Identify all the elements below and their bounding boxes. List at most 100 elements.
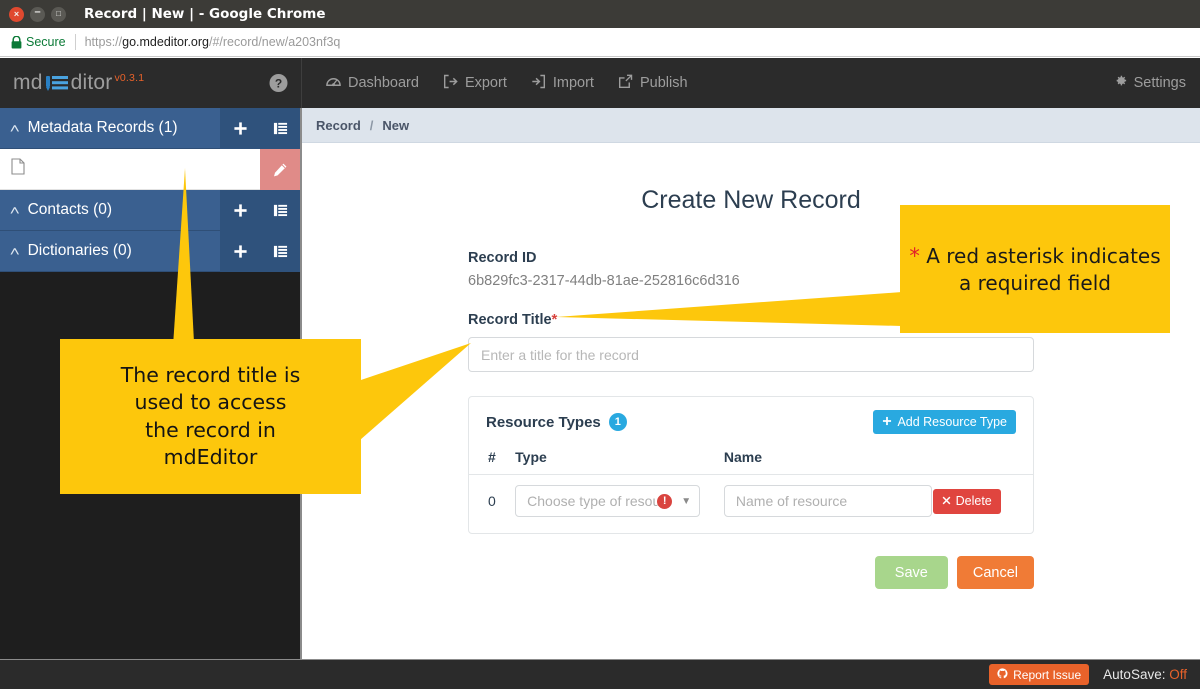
callout-record-title: The record title is used to access the r… <box>60 339 361 494</box>
chevron-down-icon: ▼ <box>681 495 692 507</box>
sidebar-item-label: Contacts (0) <box>27 201 113 218</box>
close-x-icon <box>942 494 951 508</box>
window-maximize-button[interactable]: □ <box>51 6 66 22</box>
sidebar-group-dictionaries: ˄ Dictionaries (0) <box>0 231 300 272</box>
nav-label: Import <box>552 75 594 91</box>
cancel-button[interactable]: Cancel <box>956 556 1034 589</box>
resource-name-input[interactable]: Name of resource <box>723 485 932 517</box>
breadcrumb-separator: / <box>369 117 374 133</box>
list-metadata-records-button[interactable] <box>260 108 300 149</box>
mdeditor-list-icon <box>45 75 68 92</box>
list-contacts-button[interactable] <box>260 190 300 231</box>
row-name-cell: Name of resource <box>723 475 933 534</box>
callout-asterisk: * <box>909 243 920 268</box>
nav-right: Settings <box>1113 58 1186 108</box>
close-icon: × <box>13 8 20 19</box>
window-minimize-button[interactable]: – <box>30 5 45 22</box>
row-actions-cell: Delete <box>932 475 1033 534</box>
form-actions: Save Cancel <box>468 556 1034 589</box>
nav-item-dashboard[interactable]: Dashboard <box>314 58 431 108</box>
add-dictionary-button[interactable] <box>220 231 260 272</box>
callout-required-field-body: A red asterisk indicates a required fiel… <box>926 243 1161 295</box>
resource-types-header: Resource Types 1 Add Resource Type <box>469 397 1033 434</box>
save-button[interactable]: Save <box>874 556 948 589</box>
chevron-up-icon: ˄ <box>9 243 20 259</box>
record-title-placeholder: Enter a title for the record <box>481 346 639 363</box>
autosave-status: AutoSave: Off <box>1103 667 1187 682</box>
github-icon <box>997 667 1008 682</box>
svg-text:?: ? <box>275 77 282 91</box>
window-title: Record | New | - Google Chrome <box>84 6 326 22</box>
maximize-icon: □ <box>56 9 61 18</box>
resource-types-table: # Type Name 0 Choose type of resource ! … <box>469 445 1033 533</box>
column-header-type: Type <box>515 445 724 475</box>
chevron-up-icon: ˄ <box>9 120 20 136</box>
brand-text-left: md <box>13 71 43 94</box>
chevron-up-icon: ˄ <box>9 202 20 218</box>
list-item[interactable] <box>0 149 300 190</box>
import-icon <box>531 74 546 93</box>
required-asterisk: * <box>551 311 558 328</box>
help-circle-icon[interactable]: ? <box>269 74 288 93</box>
nav-label: Dashboard <box>348 75 419 91</box>
minimize-icon: – <box>34 5 41 18</box>
nav-item-settings[interactable]: Settings <box>1113 58 1186 108</box>
resource-type-select[interactable]: Choose type of resource ! ▼ <box>515 485 701 517</box>
add-contact-button[interactable] <box>220 190 260 231</box>
resource-types-title-text: Resource Types <box>486 413 601 431</box>
autosave-value: Off <box>1169 667 1187 682</box>
report-issue-button[interactable]: Report Issue <box>989 664 1090 685</box>
app-logo[interactable]: md ditor v0.3.1 <box>13 71 144 95</box>
column-header-num: # <box>469 445 516 475</box>
brand-text-right: ditor <box>70 71 113 94</box>
error-exclamation-icon: ! <box>657 493 673 509</box>
window-close-button[interactable]: × <box>9 6 24 22</box>
url-scheme: https:// <box>84 35 123 49</box>
list-dictionaries-button[interactable] <box>260 231 300 272</box>
record-title-label-text: Record Title <box>468 312 552 328</box>
plus-icon <box>882 415 892 429</box>
sidebar-item-metadata-records[interactable]: ˄ Metadata Records (1) <box>0 108 300 149</box>
column-header-name: Name <box>723 445 933 475</box>
app-version: v0.3.1 <box>114 72 145 84</box>
breadcrumb-root[interactable]: Record <box>316 118 361 133</box>
nav-item-import[interactable]: Import <box>519 58 606 108</box>
app-top-nav: md ditor v0.3.1 ? Dashboard Export Impor… <box>0 58 1200 108</box>
sidebar-item-contacts[interactable]: ˄ Contacts (0) <box>0 190 300 231</box>
resource-type-placeholder: Choose type of resource <box>527 493 668 509</box>
edit-record-button[interactable] <box>260 149 300 190</box>
callout-record-title-text: The record title is used to access the r… <box>120 363 301 469</box>
export-icon <box>443 74 458 93</box>
dashboard-icon <box>326 74 341 93</box>
secure-label: Secure <box>26 35 66 49</box>
resource-types-count-badge: 1 <box>608 413 627 431</box>
add-resource-type-button[interactable]: Add Resource Type <box>873 410 1016 434</box>
breadcrumb-current: New <box>382 117 410 133</box>
report-issue-label: Report Issue <box>1013 667 1082 682</box>
browser-address-bar[interactable]: Secure https://go.mdeditor.org/#/record/… <box>0 28 1200 57</box>
callout-required-field: * A red asterisk indicates a required fi… <box>900 205 1170 333</box>
url-path: /#/record/new/a203nf3q <box>209 35 341 49</box>
nav-item-export[interactable]: Export <box>431 58 519 108</box>
row-type-cell: Choose type of resource ! ▼ <box>515 475 724 534</box>
document-icon <box>11 158 25 180</box>
nav-label: Settings <box>1133 75 1186 91</box>
sidebar-item-dictionaries[interactable]: ˄ Dictionaries (0) <box>0 231 300 272</box>
table-header-row: # Type Name <box>469 445 1033 475</box>
add-metadata-record-button[interactable] <box>220 108 260 149</box>
window-controls: × – □ <box>0 5 66 22</box>
autosave-label: AutoSave: <box>1103 667 1166 682</box>
column-header-actions <box>932 445 1033 475</box>
nav-items: Dashboard Export Import Publish <box>302 58 700 108</box>
record-title-input[interactable]: Enter a title for the record <box>468 337 1034 372</box>
sidebar-item-label: Dictionaries (0) <box>27 242 132 259</box>
delete-resource-button[interactable]: Delete <box>932 488 1001 514</box>
nav-label: Publish <box>639 75 688 91</box>
nav-item-publish[interactable]: Publish <box>606 58 700 108</box>
resource-types-title: Resource Types 1 <box>486 413 627 431</box>
add-resource-type-label: Add Resource Type <box>897 415 1007 429</box>
main-content: Record / New Create New Record Record ID… <box>302 108 1200 659</box>
url-text: https://go.mdeditor.org/#/record/new/a20… <box>85 35 341 49</box>
address-divider <box>74 34 76 50</box>
sidebar-group-contacts: ˄ Contacts (0) <box>0 190 300 231</box>
